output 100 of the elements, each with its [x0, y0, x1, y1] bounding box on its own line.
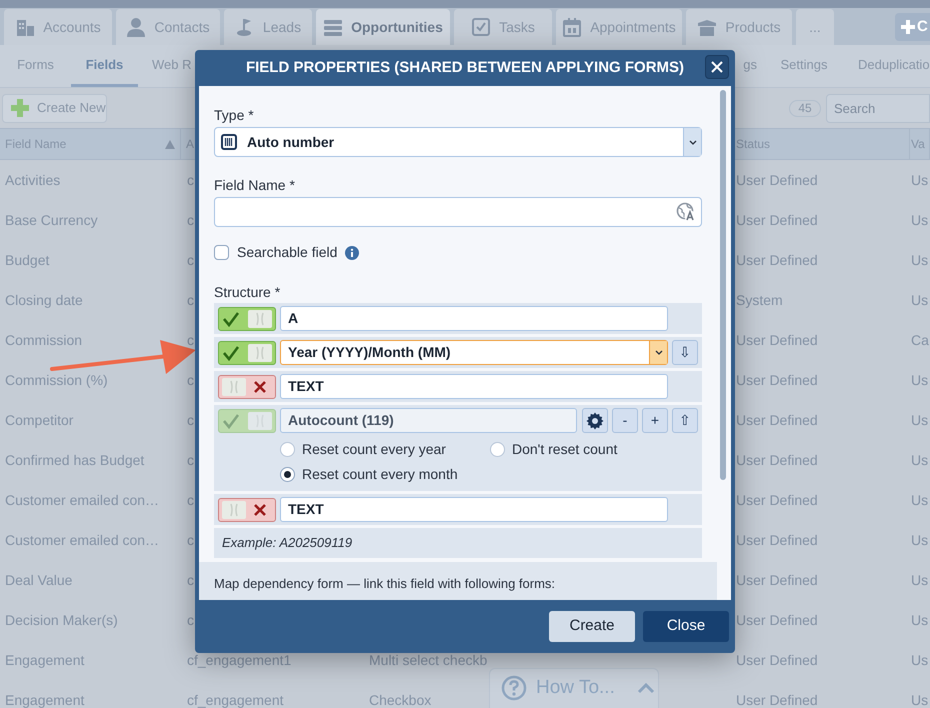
table-cell: Competitor	[5, 412, 74, 428]
check-icon	[222, 344, 240, 362]
table-cell: c	[187, 492, 194, 508]
scrollbar[interactable]	[720, 90, 726, 480]
table-cell: c	[187, 212, 194, 228]
toggle-switch[interactable]	[218, 374, 276, 398]
field-label: Field Name *	[214, 176, 296, 193]
add-button[interactable]: C	[895, 13, 930, 41]
table-cell: Customer emailed con…	[5, 532, 160, 548]
sub-tab[interactable]: Fields	[71, 45, 138, 87]
table-cell: Us	[911, 212, 928, 228]
count-badge: 45	[789, 100, 821, 116]
info-icon	[345, 246, 360, 260]
checkbox[interactable]	[214, 245, 229, 260]
table-cell: Us	[911, 692, 928, 708]
radio-label: Reset count every year	[302, 440, 446, 459]
translate-icon	[676, 202, 696, 222]
table-cell: cf_engagement1	[187, 652, 292, 668]
dialog-button[interactable]: Close	[643, 611, 729, 642]
table-cell: Ca	[911, 332, 929, 348]
radio-label: Don't reset count	[512, 440, 618, 459]
toggle-switch[interactable]	[218, 340, 276, 364]
field-label: Type *	[214, 106, 255, 123]
table-cell: Us	[911, 452, 928, 468]
nav-tab[interactable]: ...	[796, 9, 834, 45]
field-name-input[interactable]	[214, 197, 702, 227]
nav-tab[interactable]: Products	[686, 9, 792, 45]
nav-tab[interactable]: Appointments	[556, 9, 682, 45]
sub-tab[interactable]: Settings	[765, 45, 843, 87]
type-select[interactable]: Auto number	[214, 127, 702, 157]
help-icon	[501, 675, 527, 701]
table-cell: User Defined	[736, 412, 818, 428]
cross-icon	[252, 502, 268, 518]
cross-icon	[252, 378, 268, 394]
table-cell: User Defined	[736, 652, 818, 668]
switch-knob	[248, 310, 272, 328]
settings-button[interactable]	[582, 408, 608, 433]
table-cell: c	[187, 452, 194, 468]
table-cell: User Defined	[736, 172, 818, 188]
field-label: Structure *	[214, 283, 282, 300]
table-cell: c	[187, 332, 194, 348]
sub-tab[interactable]: Deduplicatio	[843, 45, 930, 87]
calendar-icon	[562, 17, 582, 37]
table-cell: Us	[911, 492, 928, 508]
nav-tab[interactable]: Leads	[224, 9, 312, 45]
table-cell: Confirmed has Budget	[5, 452, 144, 468]
part-button[interactable]: ⇩	[672, 340, 698, 365]
caret-icon	[688, 140, 696, 144]
table-cell: User Defined	[736, 452, 818, 468]
table-cell: Us	[911, 372, 928, 388]
dialog-button[interactable]: Create	[549, 611, 635, 642]
sub-tab[interactable]: Forms	[0, 45, 71, 87]
check-icon	[222, 412, 240, 430]
table-cell: Engagement	[5, 652, 84, 668]
plus-icon	[11, 99, 29, 117]
switch-knob	[248, 412, 272, 430]
example-text: Example: A202509119	[222, 534, 352, 552]
table-cell: User Defined	[736, 492, 818, 508]
table-cell: Closing date	[5, 292, 83, 308]
table-cell: Customer emailed con…	[5, 492, 160, 508]
section-heading: Map dependency form — link this field with following forms:	[214, 576, 556, 591]
nav-tab[interactable]: Contacts	[116, 9, 220, 45]
table-cell: User Defined	[736, 372, 818, 388]
table-cell: User Defined	[736, 692, 818, 708]
table-cell: cf_engagement	[187, 692, 284, 708]
table-cell: c	[187, 532, 194, 548]
dialog-title: FIELD PROPERTIES (SHARED BETWEEN APPLYING FORMS)	[246, 58, 684, 78]
nav-tab[interactable]: Opportunities	[316, 9, 450, 45]
radio-label: Reset count every month	[302, 465, 458, 484]
table-cell: System	[736, 292, 783, 308]
table-cell: Commission	[5, 332, 82, 348]
table-cell: Engagement	[5, 692, 84, 708]
close-button[interactable]	[705, 55, 729, 79]
part-select[interactable]: Year (YYYY)/Month (MM)	[280, 340, 668, 365]
create-new-button[interactable]: Create New	[2, 94, 107, 122]
plus-icon	[901, 20, 915, 34]
table-cell: User Defined	[736, 332, 818, 348]
checkbox-label: Searchable field	[237, 243, 338, 262]
switch-knob	[222, 500, 246, 518]
part-input[interactable]: TEXT	[280, 497, 668, 522]
building-icon	[15, 17, 36, 37]
table-cell: c	[187, 572, 194, 588]
close-icon	[711, 61, 723, 73]
toggle-switch[interactable]	[218, 306, 276, 330]
settings-icon	[586, 412, 604, 430]
nav-tab[interactable]: Accounts	[4, 9, 112, 45]
toggle-switch[interactable]	[218, 498, 276, 522]
table-cell: Checkbox	[369, 692, 432, 708]
table-cell: User Defined	[736, 252, 818, 268]
person-icon	[126, 17, 146, 37]
help-widget[interactable]: How To...	[489, 668, 659, 708]
table-cell: Us	[911, 292, 928, 308]
table-cell: Activities	[5, 172, 60, 188]
table-cell: Commission (%)	[5, 372, 108, 388]
search-field[interactable]: Search	[826, 94, 930, 122]
table-cell: c	[187, 372, 194, 388]
nav-tab[interactable]: Tasks	[454, 9, 552, 45]
part-input[interactable]: A	[280, 306, 668, 331]
part-input[interactable]: TEXT	[280, 374, 668, 399]
table-cell: Deal Value	[5, 572, 72, 588]
